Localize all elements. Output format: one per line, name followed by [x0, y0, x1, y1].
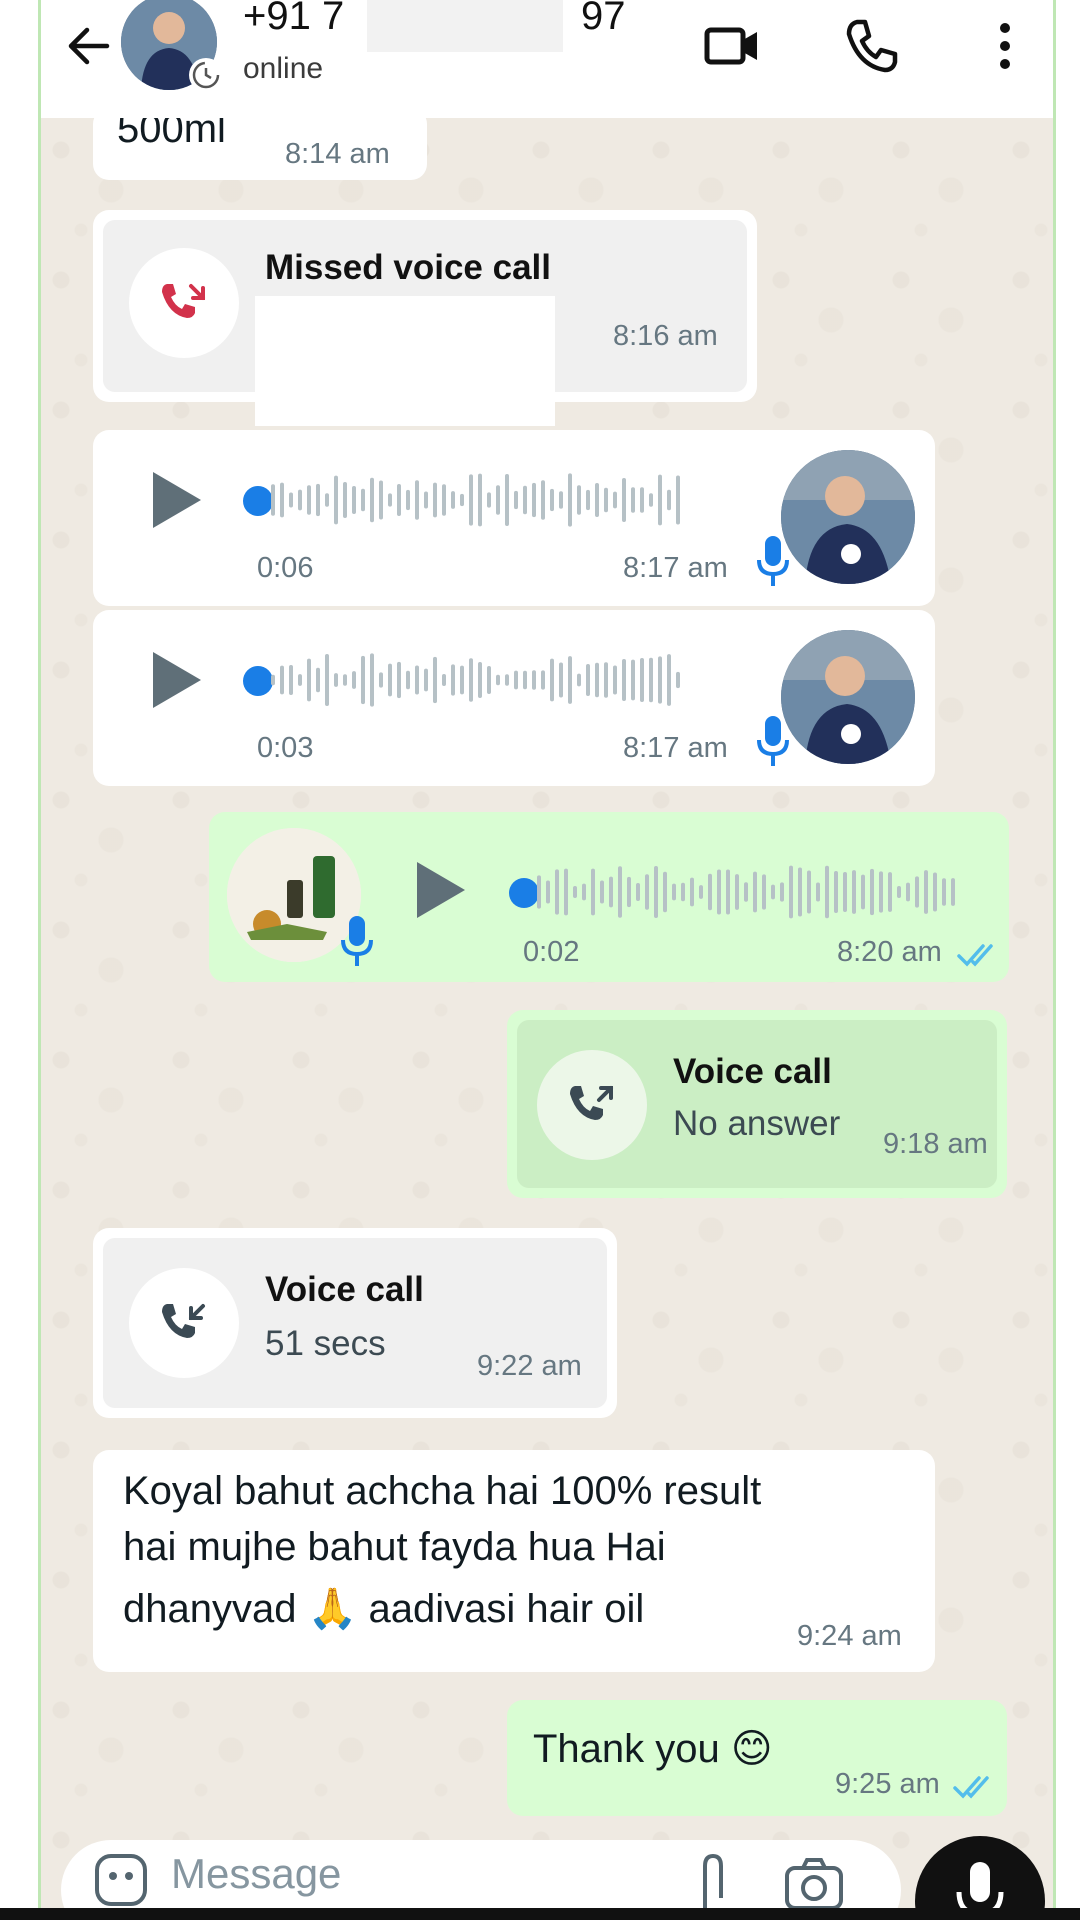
more-options-icon[interactable]	[973, 14, 1037, 78]
voice-duration: 0:02	[523, 936, 580, 968]
message-text: Thank you 😊	[533, 1727, 773, 1771]
voice-message-incoming[interactable]: 0:03 8:17 am	[93, 610, 935, 786]
call-title: Missed voice call	[265, 248, 551, 287]
message-bubble-incoming[interactable]: Koyal bahut achcha hai 100% result hai m…	[93, 1450, 935, 1672]
mic-icon	[757, 536, 789, 586]
incoming-call-icon	[162, 1304, 205, 1338]
message-time: 8:17 am	[623, 552, 728, 584]
camera-icon[interactable]	[781, 1852, 847, 1912]
missed-call-icon-circle	[129, 248, 239, 358]
message-input[interactable]: Message	[171, 1850, 341, 1898]
mic-icon	[757, 716, 789, 766]
mic-icon	[341, 916, 373, 966]
redaction-mask	[255, 296, 555, 426]
message-time: 9:18 am	[883, 1128, 988, 1160]
sender-avatar	[781, 630, 915, 764]
voice-duration: 0:03	[257, 732, 314, 764]
message-time: 8:17 am	[623, 732, 728, 764]
system-navigation-bar	[0, 1908, 1080, 1920]
audio-waveform[interactable]	[537, 852, 967, 932]
call-title: Voice call	[673, 1052, 832, 1091]
message-time: 9:25 am	[835, 1768, 940, 1800]
chat-screen: +91 7 97 online 500ml 8:14 am Missed voi…	[38, 0, 1056, 1920]
redacted-number-mask	[367, 0, 563, 52]
missed-call-icon	[162, 284, 205, 318]
back-arrow-icon[interactable]	[63, 18, 119, 74]
incoming-call-icon-circle	[129, 1268, 239, 1378]
contact-name[interactable]: +91 7	[243, 0, 344, 39]
outgoing-call-icon	[570, 1086, 613, 1120]
audio-waveform[interactable]	[271, 640, 691, 720]
playback-position-dot[interactable]	[243, 486, 273, 516]
message-time: 8:14 am	[285, 138, 390, 170]
incoming-call-bubble[interactable]: Voice call 51 secs 9:22 am	[93, 1228, 617, 1418]
voice-call-icon[interactable]	[839, 14, 903, 78]
message-time: 8:20 am	[837, 936, 942, 968]
playback-position-dot[interactable]	[243, 666, 273, 696]
video-call-icon[interactable]	[701, 14, 765, 78]
contact-name-suffix[interactable]: 97	[581, 0, 626, 39]
play-button[interactable]	[153, 472, 201, 528]
voice-duration: 0:06	[257, 552, 314, 584]
call-subtitle: No answer	[673, 1104, 841, 1143]
outgoing-call-bubble[interactable]: Voice call No answer 9:18 am	[507, 1010, 1007, 1198]
message-line-3: dhanyvad 🙏 aadivasi hair oil	[123, 1587, 645, 1631]
contact-status: online	[243, 52, 324, 85]
call-subtitle: 51 secs	[265, 1324, 386, 1363]
disappearing-timer-icon	[189, 58, 223, 92]
read-receipt-icon	[953, 1776, 989, 1799]
message-bubble-outgoing[interactable]: Thank you 😊 9:25 am	[507, 1700, 1007, 1816]
play-button[interactable]	[153, 652, 201, 708]
message-time: 8:16 am	[613, 320, 718, 352]
outgoing-call-icon-circle	[537, 1050, 647, 1160]
message-time: 9:24 am	[797, 1620, 902, 1652]
audio-waveform[interactable]	[271, 460, 691, 540]
sender-avatar	[781, 450, 915, 584]
call-title: Voice call	[265, 1270, 424, 1309]
message-time: 9:22 am	[477, 1350, 582, 1382]
voice-message-outgoing[interactable]: 0:02 8:20 am	[209, 812, 1009, 982]
playback-position-dot[interactable]	[509, 878, 539, 908]
read-receipt-icon	[957, 944, 993, 967]
message-bubble-incoming[interactable]: 500ml 8:14 am	[93, 107, 427, 180]
chat-header: +91 7 97 online	[41, 0, 1053, 118]
emoji-sticker-icon[interactable]	[91, 1850, 151, 1910]
play-button[interactable]	[417, 862, 465, 918]
voice-message-incoming[interactable]: 0:06 8:17 am	[93, 430, 935, 606]
attach-icon[interactable]	[691, 1852, 735, 1912]
message-line-2: hai mujhe bahut fayda hua Hai	[123, 1525, 666, 1569]
message-line-1: Koyal bahut achcha hai 100% result	[123, 1469, 762, 1513]
